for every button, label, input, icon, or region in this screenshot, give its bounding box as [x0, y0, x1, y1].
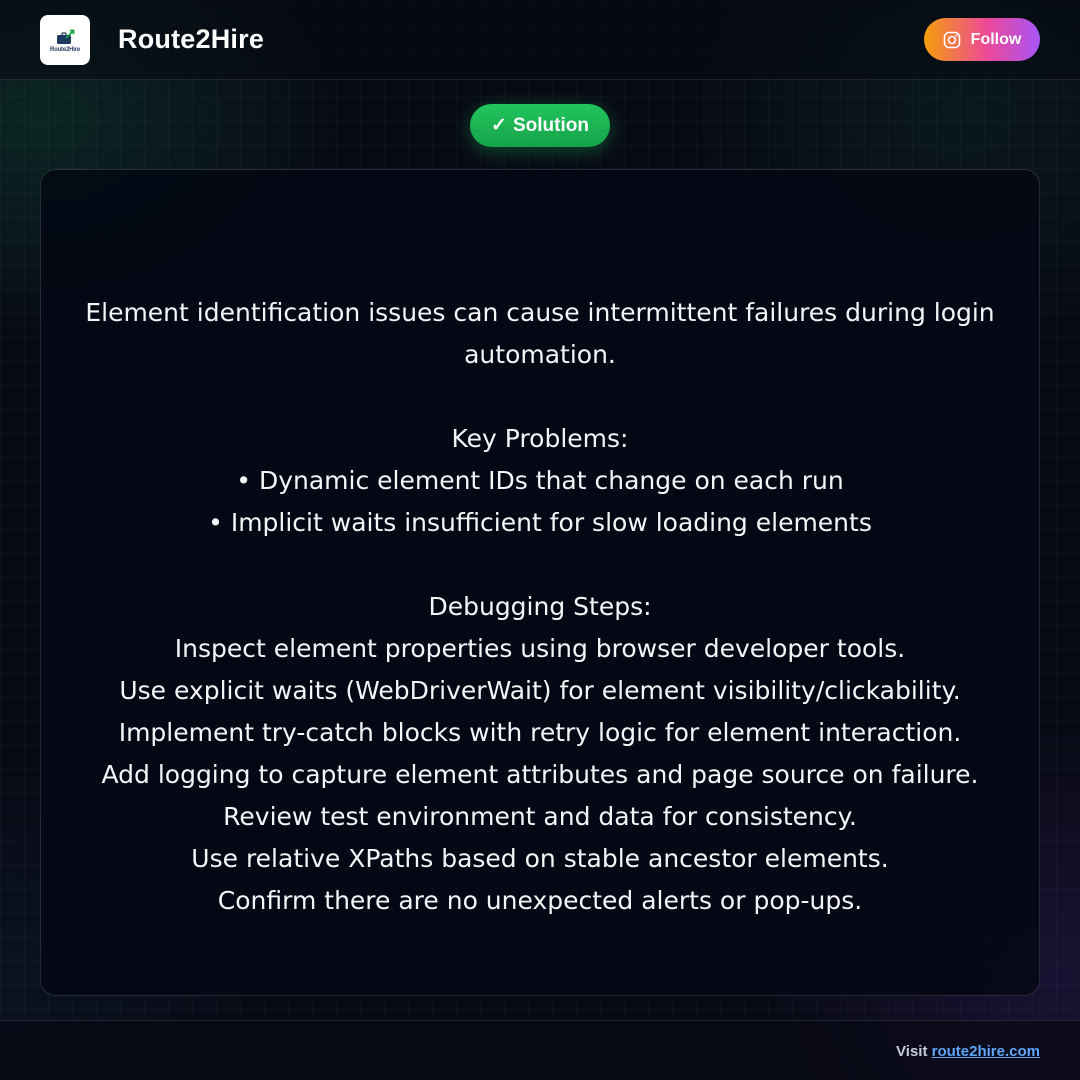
step-item: Use explicit waits (WebDriverWait) for e…	[119, 676, 961, 705]
step-item: Implement try-catch blocks with retry lo…	[118, 718, 962, 747]
route2hire-logo-icon	[57, 29, 75, 44]
step-item: Add logging to capture element attribute…	[101, 760, 979, 789]
website-link[interactable]: route2hire.com	[932, 1043, 1040, 1060]
problems-heading: Key Problems:	[451, 424, 629, 453]
header: Route2Hire Route2Hire Follow	[0, 0, 1080, 80]
step-item: Confirm there are no unexpected alerts o…	[217, 886, 863, 915]
problem-item: • Dynamic element IDs that change on eac…	[236, 466, 844, 495]
step-item: Inspect element properties using browser…	[174, 634, 906, 663]
follow-label: Follow	[970, 30, 1022, 48]
check-icon: ✓	[491, 115, 507, 136]
instagram-icon	[943, 31, 960, 48]
step-item: Use relative XPaths based on stable ance…	[191, 844, 889, 873]
solution-text: Element identification issues can cause …	[60, 292, 1020, 922]
visit-text: Visit route2hire.com	[896, 1043, 1040, 1060]
brand-name: Route2Hire	[118, 24, 265, 54]
step-item: Review test environment and data for con…	[223, 802, 857, 831]
follow-button[interactable]: Follow	[924, 18, 1040, 61]
badge-label: Solution	[512, 114, 589, 136]
logo[interactable]: Route2Hire	[40, 15, 90, 65]
intro-text: Element identification issues can cause …	[85, 298, 995, 369]
footer: Visit route2hire.com	[0, 1020, 1080, 1080]
steps-heading: Debugging Steps:	[428, 592, 652, 621]
solution-badge: ✓ Solution	[470, 104, 610, 147]
visit-prefix: Visit	[896, 1043, 928, 1060]
problem-item: • Implicit waits insufficient for slow l…	[208, 508, 872, 537]
logo-text: Route2Hire	[49, 46, 80, 53]
